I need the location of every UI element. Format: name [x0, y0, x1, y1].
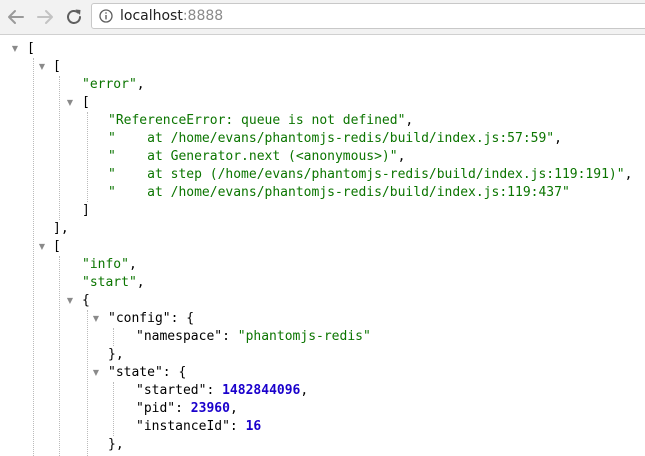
- json-line: " at step (/home/evans/phantomjs-redis/b…: [108, 167, 633, 182]
- json-string-start: "start": [82, 275, 137, 290]
- json-value-namespace: "phantomjs-redis": [237, 329, 371, 344]
- json-line: "start",: [82, 275, 145, 290]
- json-line: ],: [53, 221, 69, 236]
- json-line: "instanceId": 16: [136, 419, 262, 434]
- json-string-info: "info": [82, 257, 129, 272]
- json-line: "namespace": "phantomjs-redis": [136, 329, 371, 344]
- indent-guide: [59, 256, 60, 456]
- collapse-toggle-root[interactable]: ▼: [10, 40, 20, 58]
- json-string-stack-frame: " at /home/evans/phantomjs-redis/build/i…: [108, 131, 555, 146]
- json-value-instanceId: 16: [245, 419, 262, 434]
- json-line: [: [27, 41, 35, 56]
- json-line: " at /home/evans/phantomjs-redis/build/i…: [108, 131, 562, 146]
- json-value-pid: 23960: [190, 401, 230, 416]
- json-string-error-message: "ReferenceError: queue is not defined": [108, 113, 406, 128]
- json-key-state: "state": [108, 365, 163, 380]
- json-line: [: [82, 95, 90, 110]
- json-line: "ReferenceError: queue is not defined",: [108, 113, 414, 128]
- forward-button[interactable]: [33, 5, 57, 29]
- json-line: ]: [82, 203, 90, 218]
- json-line: "started": 1482844096,: [136, 383, 309, 398]
- json-key-started: "started": [136, 383, 207, 398]
- indent-guide: [113, 328, 114, 346]
- info-icon[interactable]: [99, 9, 113, 23]
- json-key-config: "config": [108, 311, 171, 326]
- indent-guide: [87, 112, 88, 202]
- json-line: },: [108, 437, 124, 452]
- back-button[interactable]: [4, 5, 28, 29]
- json-line: [: [53, 59, 61, 74]
- json-string-stack-frame: " at /home/evans/phantomjs-redis/build/i…: [108, 185, 570, 200]
- indent-guide: [59, 76, 60, 220]
- url-port: :8888: [182, 8, 224, 24]
- collapse-toggle-error-stack[interactable]: ▼: [65, 94, 75, 112]
- json-line: "config": {: [108, 311, 195, 326]
- json-line: "state": {: [108, 365, 187, 380]
- json-string-stack-frame: " at step (/home/evans/phantomjs-redis/b…: [108, 167, 625, 182]
- json-line: [: [53, 239, 61, 254]
- json-line: "info",: [82, 257, 137, 272]
- json-line: "error",: [82, 77, 145, 92]
- indent-guide: [87, 310, 88, 456]
- reload-icon: [67, 9, 81, 24]
- collapse-toggle-state[interactable]: ▼: [91, 364, 101, 382]
- url-text[interactable]: localhost:8888: [120, 8, 223, 24]
- address-bar[interactable]: localhost:8888: [91, 3, 645, 29]
- indent-guide: [33, 58, 34, 456]
- indent-guide: [113, 382, 114, 436]
- json-line: " at /home/evans/phantomjs-redis/build/i…: [108, 184, 570, 202]
- collapse-toggle-error-entry[interactable]: ▼: [37, 58, 47, 76]
- url-host: localhost: [120, 8, 183, 24]
- arrow-right-icon: [37, 10, 53, 24]
- reload-button[interactable]: [62, 5, 86, 29]
- browser-toolbar: localhost:8888: [0, 0, 645, 35]
- json-value-started: 1482844096: [222, 383, 301, 398]
- collapse-toggle-config[interactable]: ▼: [91, 310, 101, 328]
- json-line: {: [82, 293, 90, 308]
- json-string-error: "error": [82, 77, 137, 92]
- collapse-toggle-info-entry[interactable]: ▼: [37, 238, 47, 256]
- json-viewer: ▼ ▼ ▼ ▼ ▼ ▼ ▼ [ [ "error", [ "ReferenceE…: [0, 35, 645, 456]
- json-line: "pid": 23960,: [136, 401, 238, 416]
- arrow-left-icon: [8, 10, 24, 24]
- json-line: " at Generator.next (<anonymous>)",: [108, 149, 406, 164]
- json-line: },: [108, 347, 124, 362]
- json-key-namespace: "namespace": [136, 329, 223, 344]
- collapse-toggle-start-object[interactable]: ▼: [65, 292, 75, 310]
- json-key-pid: "pid": [136, 401, 176, 416]
- json-string-stack-frame: " at Generator.next (<anonymous>)": [108, 149, 398, 164]
- json-key-instanceId: "instanceId": [136, 419, 230, 434]
